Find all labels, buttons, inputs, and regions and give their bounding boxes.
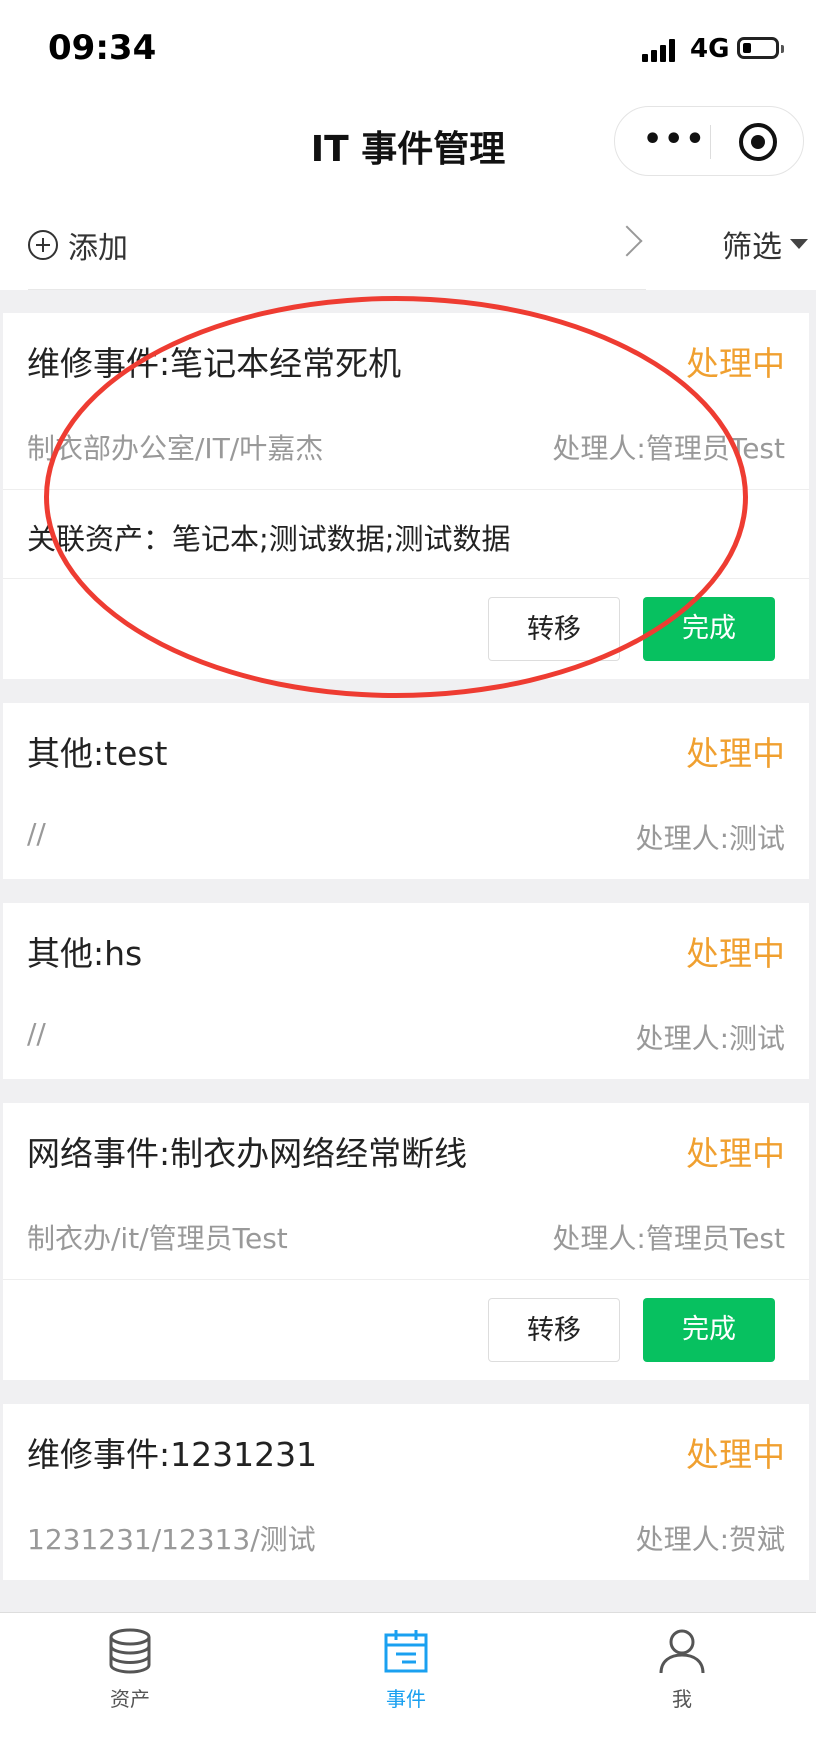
event-header: 网络事件:制衣办网络经常断线 处理中	[3, 1103, 809, 1191]
add-button[interactable]: 添加	[28, 220, 128, 270]
event-meta: 制衣部办公室/IT/叶嘉杰 处理人:管理员Test	[3, 401, 809, 489]
event-meta: 制衣办/it/管理员Test 处理人:管理员Test	[3, 1191, 809, 1279]
capsule-divider	[710, 125, 711, 159]
add-label: 添加	[68, 231, 128, 266]
calendar-icon	[384, 1630, 428, 1673]
done-button[interactable]: 完成	[643, 597, 775, 661]
event-meta: 1231231/12313/测试 处理人:贺斌	[3, 1492, 809, 1580]
event-assets-text: 关联资产：笔记本;测试数据;测试数据	[27, 522, 511, 556]
filter-label: 筛选	[722, 230, 782, 265]
navigation-bar: IT 事件管理 •••	[0, 100, 816, 200]
event-actions: 转移 完成	[3, 1279, 809, 1380]
event-card[interactable]: 网络事件:制衣办网络经常断线 处理中 制衣办/it/管理员Test 处理人:管理…	[3, 1103, 809, 1380]
event-title: 维修事件:笔记本经常死机	[27, 344, 402, 383]
more-icon[interactable]: •••	[643, 125, 707, 155]
tab-label-me: 我	[672, 1687, 692, 1711]
event-location: //	[27, 1017, 46, 1050]
transfer-button[interactable]: 转移	[488, 1298, 620, 1362]
done-button[interactable]: 完成	[643, 1298, 775, 1362]
event-handler: 处理人:贺斌	[635, 1523, 785, 1556]
event-handler: 处理人:管理员Test	[552, 1222, 785, 1255]
event-title: 维修事件:1231231	[27, 1435, 318, 1474]
tab-label-events: 事件	[386, 1687, 426, 1711]
event-status: 处理中	[686, 934, 785, 973]
event-assets: 关联资产：笔记本;测试数据;测试数据	[3, 489, 809, 578]
event-handler: 处理人:管理员Test	[552, 432, 785, 465]
event-header: 其他:hs 处理中	[3, 903, 809, 991]
event-card[interactable]: 维修事件:笔记本经常死机 处理中 制衣部办公室/IT/叶嘉杰 处理人:管理员Te…	[3, 313, 809, 679]
event-header: 维修事件:1231231 处理中	[3, 1404, 809, 1492]
caret-down-icon	[790, 239, 808, 249]
chevron-right-icon[interactable]	[611, 225, 643, 257]
tab-label-assets: 资产	[110, 1687, 150, 1711]
tab-assets[interactable]: 资产	[70, 1627, 190, 1712]
close-target-icon[interactable]	[739, 123, 777, 161]
tab-events[interactable]: 事件	[346, 1627, 466, 1712]
battery-icon	[737, 37, 784, 59]
event-location: 制衣部办公室/IT/叶嘉杰	[27, 432, 324, 465]
event-location: 1231231/12313/测试	[27, 1523, 316, 1556]
event-handler: 处理人:测试	[635, 822, 785, 855]
event-status: 处理中	[686, 734, 785, 773]
event-title: 其他:test	[27, 734, 168, 773]
event-status: 处理中	[686, 1134, 785, 1173]
event-status: 处理中	[686, 344, 785, 383]
event-header: 其他:test 处理中	[3, 703, 809, 791]
event-location: 制衣办/it/管理员Test	[27, 1222, 288, 1255]
toolbar: 添加 筛选	[0, 200, 816, 290]
tab-bar: 资产 事件 我	[0, 1612, 816, 1747]
network-type: 4G	[690, 34, 730, 64]
event-meta: // 处理人:测试	[3, 791, 809, 879]
database-icon	[109, 1628, 151, 1674]
event-title: 其他:hs	[27, 934, 143, 973]
miniprogram-capsule: •••	[614, 106, 804, 176]
tab-me[interactable]: 我	[622, 1627, 742, 1712]
filter-button[interactable]: 筛选	[722, 222, 808, 266]
status-bar: 09:34 4G	[0, 0, 816, 100]
toolbar-divider	[28, 289, 646, 290]
event-actions: 转移 完成	[3, 578, 809, 679]
event-card[interactable]: 其他:hs 处理中 // 处理人:测试	[3, 903, 809, 1079]
event-card[interactable]: 其他:test 处理中 // 处理人:测试	[3, 703, 809, 879]
user-icon	[659, 1629, 705, 1674]
event-location: //	[27, 817, 46, 850]
plus-circle-icon	[28, 230, 58, 260]
event-card[interactable]: 维修事件:1231231 处理中 1231231/12313/测试 处理人:贺斌	[3, 1404, 809, 1580]
event-meta: // 处理人:测试	[3, 991, 809, 1079]
status-time: 09:34	[48, 28, 157, 68]
event-list: 维修事件:笔记本经常死机 处理中 制衣部办公室/IT/叶嘉杰 处理人:管理员Te…	[3, 313, 809, 1604]
event-header: 维修事件:笔记本经常死机 处理中	[3, 313, 809, 401]
event-title: 网络事件:制衣办网络经常断线	[27, 1134, 468, 1173]
transfer-button[interactable]: 转移	[488, 597, 620, 661]
signal-icon	[642, 38, 682, 62]
event-handler: 处理人:测试	[635, 1022, 785, 1055]
event-status: 处理中	[686, 1435, 785, 1474]
